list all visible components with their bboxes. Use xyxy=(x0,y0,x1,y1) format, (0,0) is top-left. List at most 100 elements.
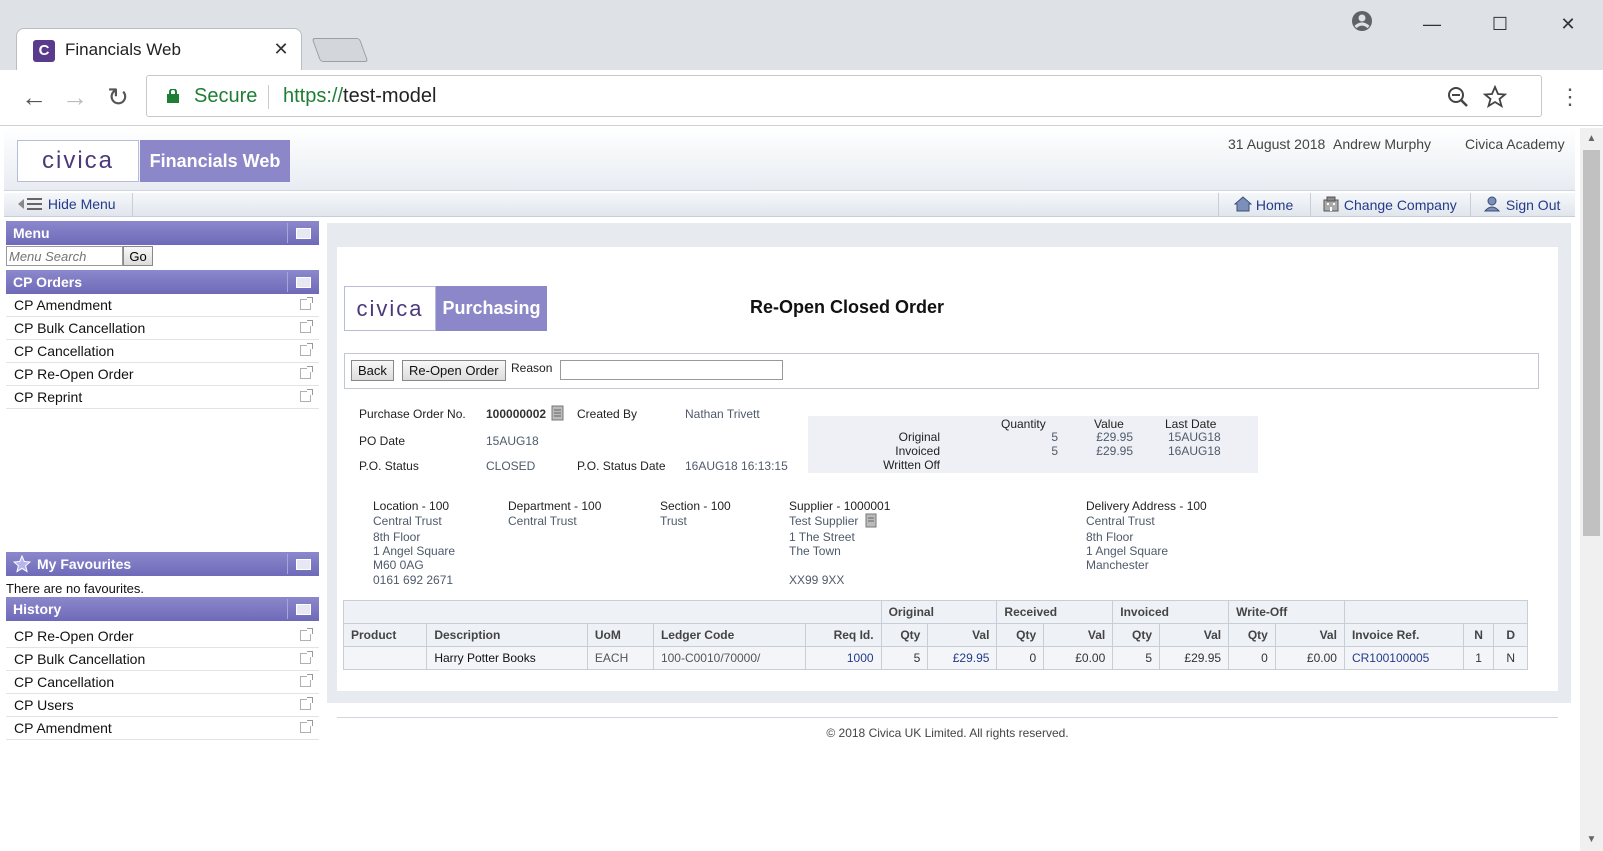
new-tab-button[interactable] xyxy=(311,38,369,62)
cell-original-val-link[interactable]: £29.95 xyxy=(927,646,998,670)
change-company-button[interactable]: Change Company xyxy=(1322,196,1457,213)
po-date-value: 15AUG18 xyxy=(486,434,539,448)
minimize-window-button[interactable]: — xyxy=(1412,10,1452,38)
vertical-scrollbar[interactable]: ▲ ▼ xyxy=(1580,128,1603,851)
address-bar[interactable]: Secure https://test-model xyxy=(146,75,1542,117)
menu-panel-header: Menu xyxy=(6,221,319,245)
sidebar-item-cp-amendment[interactable]: CP Amendment xyxy=(6,294,319,317)
column-header: Qty xyxy=(1228,623,1276,647)
column-header: Val xyxy=(1274,623,1345,647)
cell-description: Harry Potter Books xyxy=(426,646,588,670)
open-external-icon[interactable] xyxy=(300,297,313,310)
secure-label: Secure xyxy=(194,85,258,107)
po-number-value: 100000002 xyxy=(486,407,547,421)
created-by-label: Created By xyxy=(577,407,638,421)
open-external-icon[interactable] xyxy=(300,674,313,687)
sidebar-item-cp-re-open-order[interactable]: CP Re-Open Order xyxy=(6,363,319,386)
reason-label: Reason xyxy=(511,361,553,375)
sign-out-label: Sign Out xyxy=(1505,197,1561,213)
scroll-down-icon[interactable]: ▼ xyxy=(1580,831,1603,849)
scroll-up-icon[interactable]: ▲ xyxy=(1580,130,1603,148)
back-arrow-icon[interactable]: ← xyxy=(18,82,50,114)
menubar-separator xyxy=(132,193,133,217)
document-icon[interactable] xyxy=(551,405,566,421)
open-external-icon[interactable] xyxy=(300,320,313,333)
table-header-row: Product Description UoM Ledger Code Req … xyxy=(342,623,1528,647)
po-status-value: CLOSED xyxy=(486,459,536,473)
summary-qty: 5 xyxy=(1051,444,1058,458)
maximize-window-button[interactable]: ☐ xyxy=(1480,10,1520,38)
history-item[interactable]: CP Bulk Cancellation xyxy=(6,648,319,671)
open-external-icon[interactable] xyxy=(300,389,313,402)
open-external-icon[interactable] xyxy=(300,628,313,641)
panel-options-icon[interactable] xyxy=(287,554,317,574)
sidebar-item-cp-reprint[interactable]: CP Reprint xyxy=(6,386,319,409)
column-header: Val xyxy=(1159,623,1230,647)
browser-toolbar: ← → ↻ Secure https://test-model ⋮ xyxy=(0,70,1603,126)
menu-search-go-button[interactable]: Go xyxy=(123,246,153,266)
open-external-icon[interactable] xyxy=(300,343,313,356)
reload-icon[interactable]: ↻ xyxy=(102,82,134,114)
history-item[interactable]: CP Re-Open Order xyxy=(6,625,319,648)
panel-options-icon[interactable] xyxy=(287,599,317,619)
cell-ledger-code: 100-C0010/70000/ xyxy=(652,646,807,670)
favourites-panel-header: My Favourites xyxy=(6,552,319,576)
panel-options-icon[interactable] xyxy=(287,272,317,292)
delivery-line: Central Trust xyxy=(1086,514,1155,528)
re-open-order-button[interactable]: Re-Open Order xyxy=(402,360,506,381)
history-item[interactable]: CP Users xyxy=(6,694,319,717)
delivery-title: Delivery Address - 100 xyxy=(1086,499,1207,513)
cell-received-val: £0.00 xyxy=(1043,646,1114,670)
home-button[interactable]: Home xyxy=(1233,196,1293,213)
supplier-title: Supplier - 1000001 xyxy=(789,499,891,513)
column-header: Val xyxy=(1043,623,1114,647)
history-item[interactable]: CP Cancellation xyxy=(6,671,319,694)
scrollbar-thumb[interactable] xyxy=(1583,150,1600,536)
hide-menu-button[interactable]: Hide Menu xyxy=(18,196,116,212)
sidebar-item-label: CP Re-Open Order xyxy=(14,366,134,382)
zoom-out-icon[interactable] xyxy=(1447,86,1469,108)
reason-input[interactable] xyxy=(560,360,783,380)
omnibox-separator xyxy=(268,85,269,109)
close-window-button[interactable]: ✕ xyxy=(1548,10,1588,38)
product-logo: Financials Web xyxy=(140,140,290,182)
sidebar-item-cp-bulk-cancellation[interactable]: CP Bulk Cancellation xyxy=(6,317,319,340)
open-external-icon[interactable] xyxy=(300,697,313,710)
sidebar-item-cp-cancellation[interactable]: CP Cancellation xyxy=(6,340,319,363)
action-bar: Back Re-Open Order Reason xyxy=(344,353,1539,389)
group-header-received: Received xyxy=(996,600,1114,624)
cell-invoice-ref-link[interactable]: CR100100005 xyxy=(1343,646,1464,670)
summary-value: £29.95 xyxy=(1096,444,1133,458)
sign-out-button[interactable]: Sign Out xyxy=(1483,196,1561,213)
location-line: Central Trust xyxy=(373,514,442,528)
header-date: 31 August 2018 xyxy=(1228,136,1326,152)
open-external-icon[interactable] xyxy=(300,366,313,379)
bookmark-star-icon[interactable] xyxy=(1483,85,1507,109)
department-line: Central Trust xyxy=(508,514,577,528)
url-text[interactable]: https://test-model xyxy=(283,85,436,108)
sidebar-item-label: CP Reprint xyxy=(14,389,83,405)
table-row[interactable]: Harry Potter Books EACH 100-C0010/70000/… xyxy=(342,646,1528,670)
order-summary: Quantity Value Last Date Original 5 £29.… xyxy=(808,416,1258,473)
close-tab-icon[interactable]: ✕ xyxy=(271,39,291,60)
cell-req-id-link[interactable]: 1000 xyxy=(805,646,882,670)
back-button[interactable]: Back xyxy=(351,360,394,381)
profile-icon[interactable] xyxy=(1342,10,1382,38)
cell-original-qty: 5 xyxy=(880,646,929,670)
document-icon[interactable] xyxy=(865,513,879,528)
supplier-line: XX99 9XX xyxy=(789,573,845,587)
po-number-label: Purchase Order No. xyxy=(359,407,466,421)
table-group-spacer xyxy=(1343,600,1529,624)
menu-search-input[interactable] xyxy=(6,246,123,266)
open-external-icon[interactable] xyxy=(300,651,313,664)
browser-menu-icon[interactable]: ⋮ xyxy=(1554,82,1586,114)
table-group-spacer xyxy=(343,600,882,624)
order-lines-table: Original Received Invoiced Write-Off Pro… xyxy=(342,600,1529,670)
supplier-line: The Town xyxy=(789,544,841,558)
location-line: 1 Angel Square xyxy=(373,544,456,558)
lock-icon xyxy=(167,89,179,103)
collapse-panel-icon[interactable] xyxy=(287,223,317,243)
browser-tab[interactable]: C Financials Web ✕ xyxy=(16,28,302,71)
summary-header: Value xyxy=(1094,417,1124,431)
forward-arrow-icon[interactable]: → xyxy=(59,82,91,114)
